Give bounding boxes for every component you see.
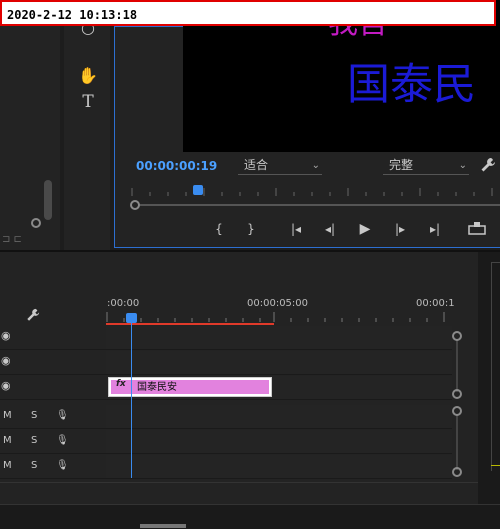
- timeline-clip-body[interactable]: [111, 380, 269, 394]
- monitor-zoom-knob[interactable]: [130, 200, 140, 210]
- monitor-zoom-bar[interactable]: [134, 204, 500, 206]
- audio-scroll-knob-top[interactable]: [452, 406, 462, 416]
- eye-icon[interactable]: ◉: [1, 330, 13, 341]
- quality-dropdown-value: 完整: [389, 158, 414, 172]
- video-tracks-scrollbar[interactable]: [456, 340, 458, 392]
- ruler-label-start: :00:00: [107, 298, 140, 309]
- eye-icon[interactable]: ◉: [1, 355, 13, 366]
- mark-out-icon[interactable]: }: [242, 221, 260, 237]
- microphone-icon[interactable]: 🎙: [56, 460, 69, 471]
- solo-button[interactable]: S: [31, 435, 37, 446]
- project-panel-scrollbar[interactable]: [44, 180, 52, 220]
- go-to-out-icon[interactable]: ▸|: [426, 221, 444, 237]
- bottom-scroll-thumb[interactable]: [140, 524, 186, 528]
- video-text: 国泰民: [347, 60, 476, 110]
- timeline-settings-wrench-icon[interactable]: [26, 308, 40, 326]
- ruler-label-10s: 00:00:1: [416, 298, 455, 309]
- audio-meter-level: [491, 465, 500, 466]
- audio-scroll-knob-bottom[interactable]: [452, 467, 462, 477]
- step-forward-icon[interactable]: |▸: [391, 221, 409, 237]
- video-scroll-knob-bottom[interactable]: [452, 389, 462, 399]
- solo-button[interactable]: S: [31, 410, 37, 421]
- microphone-icon[interactable]: 🎙: [56, 410, 69, 421]
- ruler-label-5s: 00:00:05:00: [247, 298, 309, 309]
- mute-button[interactable]: M: [3, 435, 12, 446]
- clip-name: 国泰民安: [137, 382, 177, 393]
- microphone-icon[interactable]: 🎙: [56, 435, 69, 446]
- track-header-a2: M S 🎙: [0, 430, 106, 454]
- track-header-v1: ◉: [0, 376, 106, 400]
- step-back-icon[interactable]: ◂|: [321, 221, 339, 237]
- track-lane-a3[interactable]: [106, 455, 452, 479]
- solo-button[interactable]: S: [31, 460, 37, 471]
- playhead-timecode[interactable]: 00:00:00:19: [136, 159, 217, 173]
- export-frame-icon[interactable]: [468, 221, 486, 237]
- audio-tracks-scrollbar[interactable]: [456, 414, 458, 470]
- chevron-down-icon: ⌄: [311, 160, 320, 171]
- track-header-v2: ◉: [0, 351, 106, 375]
- timeline-playhead[interactable]: [126, 313, 137, 323]
- timeline-time-ruler[interactable]: [106, 312, 452, 322]
- video-scroll-knob-top[interactable]: [452, 331, 462, 341]
- monitor-time-ruler[interactable]: [128, 184, 500, 198]
- mute-button[interactable]: M: [3, 410, 12, 421]
- track-header-a3: M S 🎙: [0, 455, 106, 479]
- timeline-zoom-bar[interactable]: [0, 482, 478, 505]
- play-icon[interactable]: ▶: [356, 221, 374, 237]
- project-panel-zoom-knob[interactable]: [31, 218, 41, 228]
- track-header-a1: M S 🎙: [0, 405, 106, 429]
- timestamp-overlay: 2020-2-12 10:13:18: [0, 0, 496, 26]
- track-header-v3: ◉: [0, 326, 106, 350]
- type-tool-icon[interactable]: T: [78, 92, 98, 112]
- monitor-settings-wrench-icon[interactable]: [480, 157, 498, 175]
- fit-dropdown-value: 适合: [244, 158, 269, 172]
- monitor-playhead[interactable]: [193, 185, 203, 195]
- new-bin-icon[interactable]: ⊐ ⊏: [2, 234, 22, 245]
- eye-icon[interactable]: ◉: [1, 380, 13, 391]
- mark-in-icon[interactable]: {: [210, 221, 228, 237]
- quality-dropdown[interactable]: 完整 ⌄: [383, 157, 469, 175]
- mute-button[interactable]: M: [3, 460, 12, 471]
- track-lane-v2[interactable]: [106, 351, 452, 375]
- track-lane-a1[interactable]: [106, 405, 452, 429]
- go-to-in-icon[interactable]: |◂: [287, 221, 305, 237]
- bottom-panel: [0, 504, 500, 529]
- fit-dropdown[interactable]: 适合 ⌄: [238, 157, 322, 175]
- timeline-playhead-line: [131, 323, 132, 478]
- audio-meter: [491, 262, 500, 471]
- track-lane-v3[interactable]: [106, 326, 452, 350]
- clip-fx-badge[interactable]: fx: [116, 379, 126, 389]
- chevron-down-icon: ⌄: [458, 160, 467, 171]
- hand-tool-icon[interactable]: ✋: [78, 66, 98, 86]
- track-lane-a2[interactable]: [106, 430, 452, 454]
